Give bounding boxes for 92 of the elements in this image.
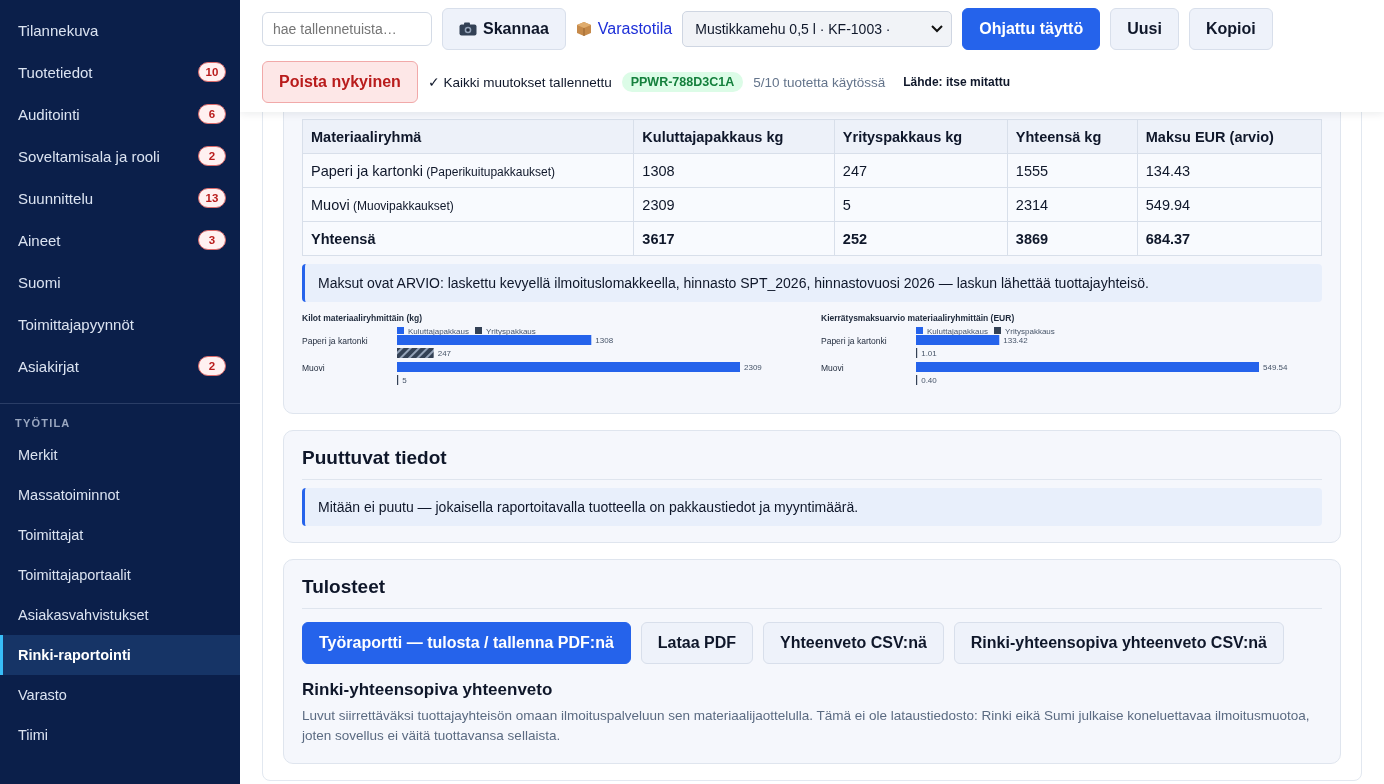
column-header: Materiaaliryhmä xyxy=(302,119,634,154)
export-button[interactable]: Rinki-yhteensopiva yhteenveto CSV:nä xyxy=(953,622,1284,664)
sidebar-item[interactable]: Asiakasvahvistukset xyxy=(0,595,240,635)
table-cell: 1555 xyxy=(1007,153,1138,188)
value-label: 0.40 xyxy=(921,376,937,385)
sidebar-item[interactable]: Tuotetiedot 10 xyxy=(0,51,240,93)
table-cell: Muovi (Muovipakkaukset) xyxy=(302,187,634,222)
guided-fill-button[interactable]: Ohjattu täyttö xyxy=(962,8,1101,50)
inventory-link[interactable]: Varastotila xyxy=(575,20,673,38)
column-header: Maksu EUR (arvio) xyxy=(1137,119,1322,154)
usage-text: 5/10 tuotetta käytössä xyxy=(753,74,886,90)
value-label: 247 xyxy=(437,349,452,358)
table-cell: Yhteensä xyxy=(302,221,634,256)
table-cell: 5 xyxy=(834,187,1008,222)
sidebar-item[interactable]: Merkit xyxy=(0,435,240,475)
count-badge: 13 xyxy=(198,188,226,208)
chart-title: Kilot materiaaliryhmittäin (kg) xyxy=(302,313,422,323)
legend-item: Yrityspakkaus xyxy=(994,327,1055,336)
count-badge: 10 xyxy=(198,62,226,82)
value-label: 1.01 xyxy=(921,349,937,358)
category-label: Muovi xyxy=(302,363,325,373)
category-label: Muovi xyxy=(821,363,844,373)
legend-label: Yrityspakkaus xyxy=(486,327,536,336)
sidebar-item[interactable]: Suomi xyxy=(0,261,240,303)
count-badge: 2 xyxy=(198,146,226,166)
table-cell: 2309 xyxy=(633,187,835,222)
table-cell: 3869 xyxy=(1007,221,1138,256)
section-heading: TYÖTILA xyxy=(14,417,72,431)
table-cell: Paperi ja kartonki (Paperikuitupakkaukset) xyxy=(302,153,634,188)
count-badge: 3 xyxy=(198,230,226,250)
sidebar-item[interactable]: Rinki-raportointi xyxy=(0,635,240,675)
value-label: 5 xyxy=(402,376,407,385)
count-badge: 6 xyxy=(198,104,226,124)
value-label: 549.54 xyxy=(1263,363,1288,372)
sidebar-item[interactable]: Varasto xyxy=(0,675,240,715)
table-cell: 3617 xyxy=(633,221,835,256)
export-button[interactable]: Työraportti — tulosta / tallenna PDF:nä xyxy=(302,622,631,664)
description-text: Luvut siirrettäväksi tuottajayhteisön omaan ilmoituspalveluun sen materiaalijaottelulla. Tämä ei ole lataustiedosto: Rinki eikä Sumi julkaise koneluettavaa ilmoitusmuotoa, joten sovellus ei väitä tuottavansa sellaista. xyxy=(302,707,1311,746)
sidebar-item[interactable]: Soveltamisala ja rooli 2 xyxy=(0,135,240,177)
chart-title: Kierrätysmaksuarvio materiaaliryhmittäin (EUR) xyxy=(821,313,1015,323)
legend-label: Yrityspakkaus xyxy=(1005,327,1055,336)
info-note: Mitään ei puutu — jokaisella raportoitavalla tuotteella on pakkaustiedot ja myyntimäärä. xyxy=(302,488,1322,526)
value-label: 2309 xyxy=(744,363,762,372)
category-label: Paperi ja kartonki xyxy=(821,336,887,346)
sidebar-item[interactable]: Tiimi xyxy=(0,715,240,755)
info-note: Maksut ovat ARVIO: laskettu kevyellä ilmoituslomakkeella, hinnasto SPT_2026, hinnastovuosi 2026 — laskun lähettää tuottajayhteisö. xyxy=(302,264,1322,302)
count-badge: 2 xyxy=(198,356,226,376)
bar xyxy=(397,348,434,358)
table-cell: 134.43 xyxy=(1137,153,1322,188)
column-header: Yrityspakkaus kg xyxy=(834,119,1008,154)
scan-button[interactable]: Skannaa xyxy=(442,8,566,50)
table-cell: 252 xyxy=(834,221,1008,256)
sidebar-item[interactable]: Massatoiminnot xyxy=(0,475,240,515)
legend-item: Kuluttajapakkaus xyxy=(916,327,988,336)
delete-button[interactable]: Poista nykyinen xyxy=(262,61,418,103)
sidebar-item[interactable]: Suunnittelu 13 xyxy=(0,177,240,219)
sidebar-item[interactable]: Auditointi 6 xyxy=(0,93,240,135)
product-id-badge: PPWR-788D3C1A xyxy=(621,72,744,92)
export-button[interactable]: Lataa PDF xyxy=(640,622,754,664)
column-header: Yhteensä kg xyxy=(1007,119,1138,154)
sidebar-item[interactable]: Toimittajaportaalit xyxy=(0,555,240,595)
sidebar-item[interactable]: Asiakirjat 2 xyxy=(0,345,240,387)
table-cell: 684.37 xyxy=(1137,221,1322,256)
box-icon xyxy=(575,21,592,37)
source-text: Lähde: itse mitattu xyxy=(903,75,1010,89)
legend-item: Kuluttajapakkaus xyxy=(397,327,469,336)
legend-label: Kuluttajapakkaus xyxy=(408,327,469,336)
product-dropdown[interactable]: Mustikkamehu 0,5 l · KF-1003 · xyxy=(682,11,953,47)
subheading: Rinki-yhteensopiva yhteenveto xyxy=(302,680,554,700)
legend-item: Yrityspakkaus xyxy=(475,327,536,336)
copy-button[interactable]: Kopioi xyxy=(1188,8,1273,50)
search-field[interactable]: hae tallennetuista… xyxy=(262,12,432,46)
save-status: ✓ Kaikki muutokset tallennettu xyxy=(427,74,612,90)
table-cell: 1308 xyxy=(633,153,835,188)
sidebar-item[interactable]: Tilannekuva xyxy=(0,9,240,51)
table-cell: 549.94 xyxy=(1137,187,1322,222)
legend-label: Kuluttajapakkaus xyxy=(927,327,988,336)
chevron-down-icon xyxy=(931,25,944,33)
sidebar-item[interactable]: Toimittajat xyxy=(0,515,240,555)
category-label: Paperi ja kartonki xyxy=(302,336,368,346)
value-label: 1308 xyxy=(595,336,614,345)
table-cell: 2314 xyxy=(1007,187,1138,222)
sidebar-item[interactable]: Aineet 3 xyxy=(0,219,240,261)
value-label: 133.42 xyxy=(1003,336,1028,345)
new-button[interactable]: Uusi xyxy=(1110,8,1179,50)
export-button[interactable]: Yhteenveto CSV:nä xyxy=(763,622,944,664)
camera-icon xyxy=(459,22,477,36)
table-cell: 247 xyxy=(834,153,1008,188)
column-header: Kuluttajapakkaus kg xyxy=(633,119,835,154)
sidebar-item[interactable]: Toimittajapyynnöt xyxy=(0,303,240,345)
section-heading: Tulosteet xyxy=(302,560,1322,609)
section-heading: Puuttuvat tiedot xyxy=(302,431,1322,480)
